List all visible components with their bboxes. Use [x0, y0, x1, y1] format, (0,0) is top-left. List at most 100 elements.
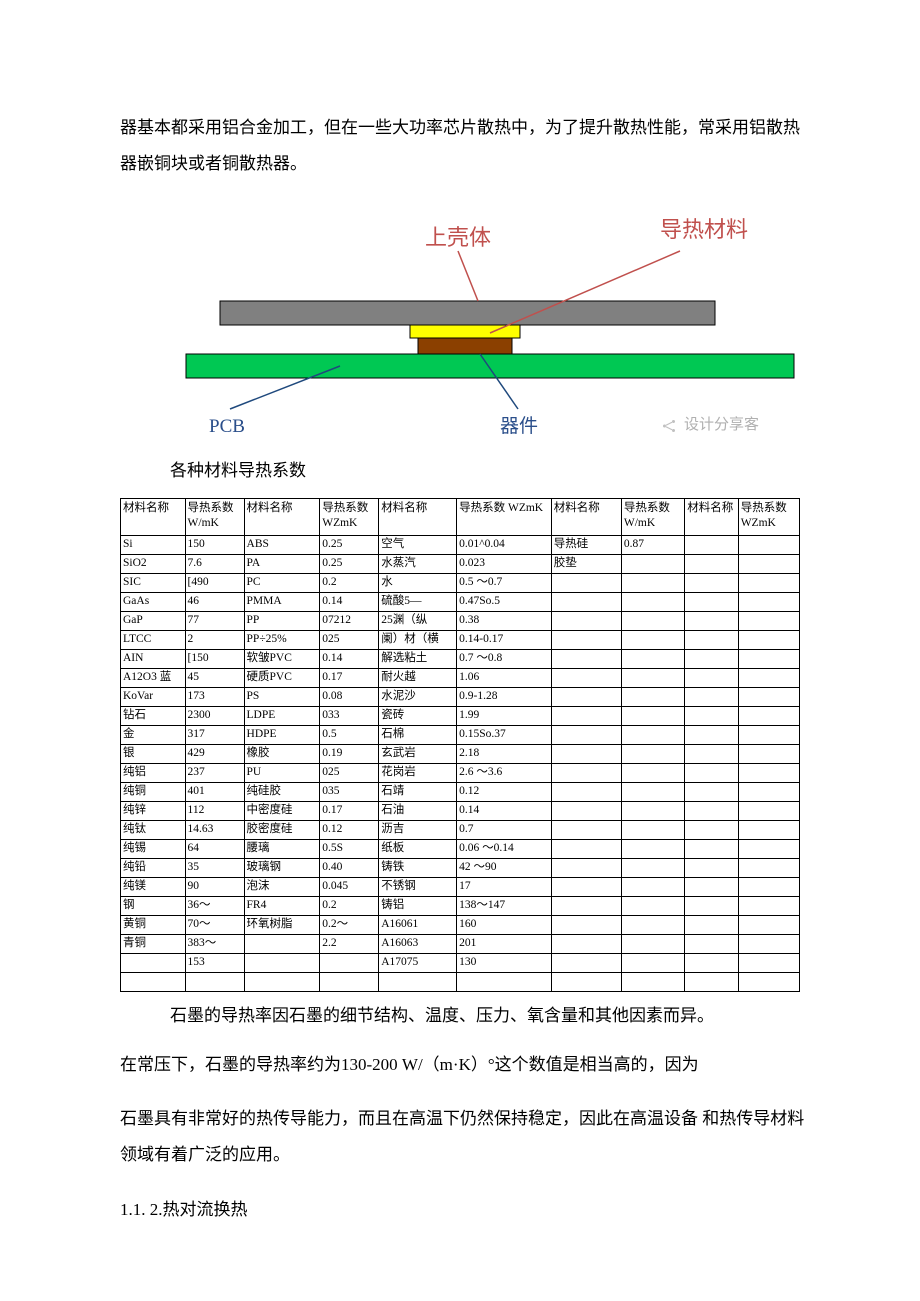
table-cell: A16063 [379, 934, 457, 953]
table-cell [685, 611, 738, 630]
table-cell [685, 687, 738, 706]
table-cell: KoVar [121, 687, 186, 706]
table-cell: 软皱PVC [244, 649, 320, 668]
table-cell [551, 782, 621, 801]
table-cell: 0.12 [320, 820, 379, 839]
table-cell: 77 [185, 611, 244, 630]
table-cell: A12O3 蓝 [121, 668, 186, 687]
post-table-text-2: 在常压下，石墨的导热率约为130-200 W/（m·K）°这个数值是相当高的，因… [120, 1047, 805, 1083]
table-cell [551, 972, 621, 991]
table-cell [551, 649, 621, 668]
table-cell [738, 725, 799, 744]
table-cell [551, 801, 621, 820]
table-cell: 17 [457, 877, 552, 896]
table-cell: 383～ [185, 934, 244, 953]
table-cell [621, 763, 684, 782]
section-heading: 1.1. 2.热对流换热 [120, 1194, 805, 1226]
th-material-2: 材料名称 [244, 498, 320, 535]
table-cell: 0.17 [320, 801, 379, 820]
table-cell: 0.15So.37 [457, 725, 552, 744]
label-thermal-material: 导热材料 [660, 209, 748, 251]
table-cell: 201 [457, 934, 552, 953]
table-cell: 1.06 [457, 668, 552, 687]
table-cell [738, 934, 799, 953]
table-cell: 水蒸汽 [379, 554, 457, 573]
page-root: 器基本都采用铝合金加工，但在一些大功率芯片散热中，为了提升散热性能，常采用铝散热… [0, 0, 920, 1287]
table-cell [551, 611, 621, 630]
table-cell: 0.25 [320, 535, 379, 554]
table-cell: 0.14 [457, 801, 552, 820]
table-row: AIN[150软皱PVC0.14解选粘土0.7 ～0.8 [121, 649, 800, 668]
table-row: A12O3 蓝45硬质PVC0.17耐火越1.06 [121, 668, 800, 687]
table-cell: 0.045 [320, 877, 379, 896]
table-cell [621, 839, 684, 858]
table-cell: AIN [121, 649, 186, 668]
th-material-3: 材料名称 [379, 498, 457, 535]
table-cell [738, 687, 799, 706]
table-cell [685, 877, 738, 896]
table-cell [685, 915, 738, 934]
table-cell: PMMA [244, 592, 320, 611]
table-cell: 14.63 [185, 820, 244, 839]
table-cell [457, 972, 552, 991]
th-k-4: 导热系数 W/mK [621, 498, 684, 535]
table-cell: 45 [185, 668, 244, 687]
table-cell [685, 858, 738, 877]
table-cell: 138～147 [457, 896, 552, 915]
table-cell [379, 972, 457, 991]
table-cell [738, 744, 799, 763]
table-cell [244, 934, 320, 953]
table-row: 纯锡64腰璃0.5S纸板0.06 ～0.14 [121, 839, 800, 858]
table-cell [738, 535, 799, 554]
table-cell: SiO2 [121, 554, 186, 573]
th-material-5: 材料名称 [685, 498, 738, 535]
th-material-1: 材料名称 [121, 498, 186, 535]
table-cell: 025 [320, 763, 379, 782]
table-cell [121, 972, 186, 991]
th-k-2: 导热系数 WZmK [320, 498, 379, 535]
table-cell [551, 725, 621, 744]
table-cell [621, 896, 684, 915]
table-cell [738, 782, 799, 801]
table-cell [738, 554, 799, 573]
table-cell [244, 972, 320, 991]
table-cell: 黄铜 [121, 915, 186, 934]
table-cell: 46 [185, 592, 244, 611]
table-cell [685, 896, 738, 915]
table-cell [121, 953, 186, 972]
table-cell: 纸板 [379, 839, 457, 858]
table-cell [621, 972, 684, 991]
table-cell [738, 649, 799, 668]
table-row: GaP77PP0721225渊（纵0.38 [121, 611, 800, 630]
table-body: Si150ABS0.25空气0.01^0.04导热硅0.87SiO27.6PA0… [121, 535, 800, 991]
table-cell: 纯锌 [121, 801, 186, 820]
table-cell [738, 915, 799, 934]
table-header-row: 材料名称 导热系数 W/mK 材料名称 导热系数 WZmK 材料名称 导热系数 … [121, 498, 800, 535]
post-table-text-3: 石墨具有非常好的热传导能力，而且在高温下仍然保持稳定，因此在高温设备 和热传导材… [120, 1101, 805, 1172]
table-row: SiO27.6PA0.25水蒸汽0.023胶垫 [121, 554, 800, 573]
table-cell [685, 668, 738, 687]
label-upper-shell: 上壳体 [425, 217, 491, 259]
share-badge-text: 设计分享客 [684, 411, 759, 440]
table-cell: 0.9-1.28 [457, 687, 552, 706]
table-cell [738, 706, 799, 725]
table-cell: 2.6 ～3.6 [457, 763, 552, 782]
table-cell: 429 [185, 744, 244, 763]
table-cell [621, 877, 684, 896]
table-cell [621, 934, 684, 953]
table-cell: 0.14 [320, 649, 379, 668]
table-cell [685, 801, 738, 820]
table-cell: 0.14 [320, 592, 379, 611]
table-cell: Si [121, 535, 186, 554]
th-k-3: 导热系数 WZmK [457, 498, 552, 535]
table-cell: 瓷砖 [379, 706, 457, 725]
table-cell: 0.40 [320, 858, 379, 877]
table-cell [621, 554, 684, 573]
table-row: 纯铅35玻璃钢0.40铸铁42 ～90 [121, 858, 800, 877]
table-cell [551, 630, 621, 649]
table-cell [551, 668, 621, 687]
table-row [121, 972, 800, 991]
table-cell: 150 [185, 535, 244, 554]
table-cell: PP÷25% [244, 630, 320, 649]
table-cell: 2300 [185, 706, 244, 725]
